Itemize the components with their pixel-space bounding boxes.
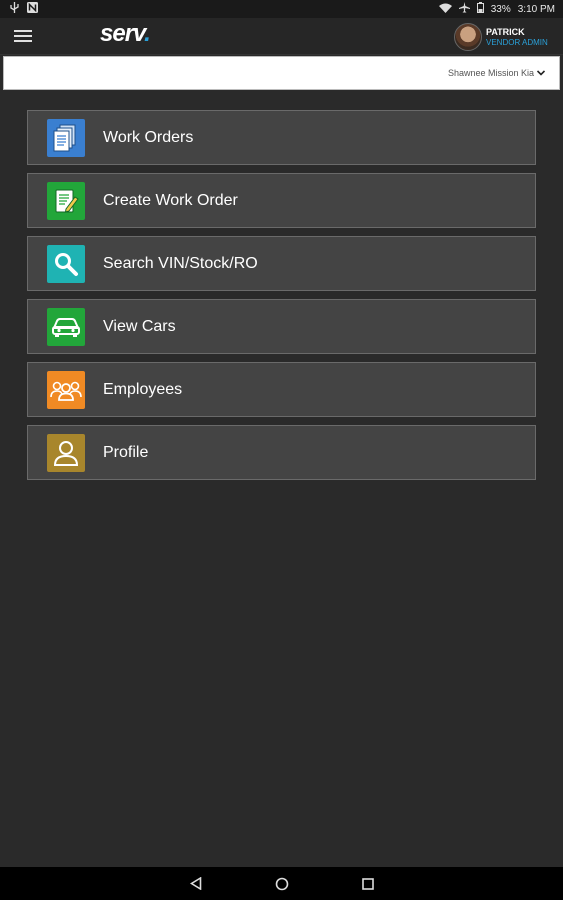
work-orders-icon: [47, 118, 85, 157]
status-bar-left: [0, 2, 38, 16]
logo-dot: .: [144, 20, 151, 47]
logo-text: serv: [100, 20, 145, 47]
chevron-down-icon: [536, 69, 546, 78]
main-menu: Work Orders Create Work Order Search VIN…: [27, 110, 536, 488]
status-bar-right: 33% 3:10 PM: [438, 2, 563, 16]
avatar[interactable]: [454, 23, 482, 51]
usb-debug-icon: [10, 2, 19, 16]
menu-item-create-work-order[interactable]: Create Work Order: [27, 173, 536, 228]
status-bar: 33% 3:10 PM: [0, 0, 563, 18]
app-logo: serv.: [100, 20, 151, 48]
battery-icon: [476, 2, 484, 16]
user-name[interactable]: PATRICK: [486, 27, 525, 37]
dealer-dropdown[interactable]: Shawnee Mission Kia: [447, 68, 546, 78]
app-bar: serv. PATRICK VENDOR ADMIN: [0, 18, 563, 55]
menu-item-work-orders[interactable]: Work Orders: [27, 110, 536, 165]
menu-item-label: Profile: [103, 443, 149, 461]
menu-item-label: Create Work Order: [103, 191, 238, 209]
hamburger-line: [14, 35, 32, 37]
menu-item-label: Search VIN/Stock/RO: [103, 254, 258, 272]
hamburger-menu-button[interactable]: [12, 27, 34, 45]
menu-item-view-cars[interactable]: View Cars: [27, 299, 536, 354]
notification-n-icon: [27, 2, 38, 16]
create-work-order-icon: [47, 181, 85, 220]
hamburger-line: [14, 40, 32, 42]
user-role: VENDOR ADMIN: [486, 38, 548, 47]
profile-icon: [47, 433, 85, 472]
dealer-bar: Shawnee Mission Kia: [3, 56, 560, 90]
menu-item-label: Employees: [103, 380, 183, 398]
airplane-icon: [458, 2, 470, 16]
back-icon[interactable]: [188, 876, 204, 892]
clock: 3:10 PM: [517, 3, 555, 15]
recents-icon[interactable]: [360, 876, 376, 892]
navigation-bar: [0, 867, 563, 900]
menu-item-label: View Cars: [103, 317, 176, 335]
hamburger-line: [14, 30, 32, 32]
search-icon: [47, 244, 85, 283]
menu-item-employees[interactable]: Employees: [27, 362, 536, 417]
car-icon: [47, 307, 85, 346]
battery-percent: 33%: [490, 3, 511, 15]
dealer-dropdown-value: Shawnee Mission Kia: [447, 68, 534, 78]
employees-icon: [47, 370, 85, 409]
menu-item-search-vin[interactable]: Search VIN/Stock/RO: [27, 236, 536, 291]
menu-item-profile[interactable]: Profile: [27, 425, 536, 480]
menu-item-label: Work Orders: [103, 128, 194, 146]
wifi-icon: [438, 3, 452, 16]
home-icon[interactable]: [274, 876, 290, 892]
